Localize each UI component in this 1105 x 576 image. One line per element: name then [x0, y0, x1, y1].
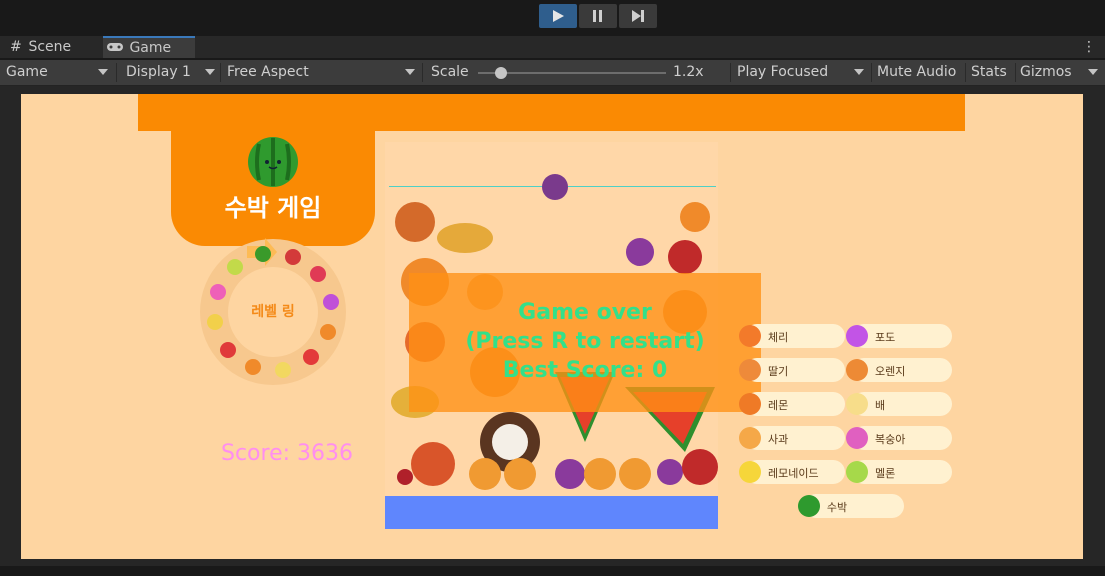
- ring-fruit-icon: [219, 341, 236, 358]
- watermelon-icon: [248, 137, 298, 187]
- view-tab-bar: # Scene Game ⋮: [0, 36, 1105, 58]
- ring-fruit-icon: [209, 283, 226, 300]
- fruit-icon: [846, 393, 868, 415]
- ring-fruit-icon: [323, 293, 340, 310]
- step-icon: [632, 10, 644, 22]
- legend-label: 수박: [826, 501, 848, 514]
- divider: [422, 63, 423, 82]
- fruit-icon: [739, 393, 761, 415]
- score-display: Score: 3636: [221, 441, 354, 466]
- fruit-icon: [739, 325, 761, 347]
- level-ring-label: 레벨 링: [251, 304, 295, 320]
- aspect-select-label: Free Aspect: [227, 64, 309, 80]
- chevron-down-icon: [98, 69, 108, 75]
- legend-label: 오렌지: [875, 365, 906, 378]
- ring-fruit-icon: [285, 248, 302, 265]
- legend-label: 포도: [875, 331, 896, 344]
- play-focused-select[interactable]: Play Focused: [737, 60, 865, 85]
- status-bar: [0, 566, 1105, 576]
- fruit-icon: [846, 461, 868, 483]
- fruit-icon: [739, 427, 761, 449]
- legend-label: 사과: [768, 433, 789, 446]
- ring-fruit-icon: [302, 349, 319, 366]
- play-controls-bar: [0, 0, 1105, 34]
- chevron-down-icon: [854, 69, 864, 75]
- container-floor: [385, 496, 718, 529]
- display-select[interactable]: Display 1: [126, 60, 218, 85]
- tab-game-label: Game: [129, 40, 172, 56]
- play-focused-label: Play Focused: [737, 64, 829, 80]
- legend-label: 레모네이드: [768, 467, 819, 480]
- legend-label: 멜론: [875, 467, 896, 480]
- gamepad-icon: [107, 38, 125, 58]
- game-canvas[interactable]: 수박 게임 레벨 링 Score: 3636 Game over (Press …: [21, 94, 1083, 559]
- legend-label: 딸기: [768, 365, 789, 378]
- restart-hint: (Press R to restart): [465, 329, 705, 354]
- fruit-icon: [846, 325, 868, 347]
- game-select[interactable]: Game: [6, 60, 112, 85]
- legend-label: 배: [875, 399, 886, 412]
- stats-button[interactable]: Stats: [971, 60, 1007, 85]
- step-button[interactable]: [619, 4, 657, 28]
- top-banner: [138, 94, 965, 131]
- divider: [871, 63, 872, 82]
- gizmos-button[interactable]: Gizmos: [1020, 60, 1104, 85]
- gizmos-label: Gizmos: [1020, 64, 1072, 80]
- game-view-toolbar: Game Display 1 Free Aspect Scale 1.2x Pl…: [0, 60, 1105, 86]
- pause-icon: [593, 10, 602, 22]
- divider: [220, 63, 221, 82]
- aspect-select[interactable]: Free Aspect: [227, 60, 417, 85]
- scale-value: 1.2x: [673, 64, 704, 80]
- legend-label: 복숭아: [875, 433, 906, 446]
- divider: [965, 63, 966, 82]
- game-select-label: Game: [6, 64, 48, 80]
- fruit-icon: [739, 461, 761, 483]
- scale-label: Scale: [431, 64, 469, 80]
- tab-scene[interactable]: # Scene: [6, 36, 102, 58]
- ring-fruit-icon: [254, 245, 271, 262]
- legend-label: 체리: [768, 331, 789, 344]
- divider: [1015, 63, 1016, 82]
- scale-slider-handle[interactable]: [494, 67, 507, 79]
- grid-icon: #: [10, 39, 22, 55]
- fruit-icon: [797, 495, 820, 517]
- chevron-down-icon: [405, 69, 415, 75]
- best-score: Best Score: 0: [502, 358, 668, 383]
- divider: [730, 63, 731, 82]
- ring-fruit-icon: [227, 258, 244, 275]
- fruit-icon: [846, 427, 868, 449]
- legend-label: 레몬: [768, 399, 789, 412]
- tab-game[interactable]: Game: [103, 36, 195, 58]
- chevron-down-icon: [205, 69, 215, 75]
- display-select-label: Display 1: [126, 64, 191, 80]
- game-title: 수박 게임: [224, 194, 322, 222]
- fruit-icon: [739, 359, 761, 381]
- game-over-title: Game over: [518, 300, 652, 325]
- pause-button[interactable]: [579, 4, 617, 28]
- tab-scene-label: Scene: [28, 39, 72, 55]
- divider: [116, 63, 117, 82]
- play-button[interactable]: [539, 4, 577, 28]
- play-icon: [553, 10, 564, 22]
- mute-audio-button[interactable]: Mute Audio: [877, 60, 956, 85]
- chevron-down-icon: [1088, 69, 1098, 75]
- fruit-icon: [846, 359, 868, 381]
- more-options-icon[interactable]: ⋮: [1082, 39, 1096, 55]
